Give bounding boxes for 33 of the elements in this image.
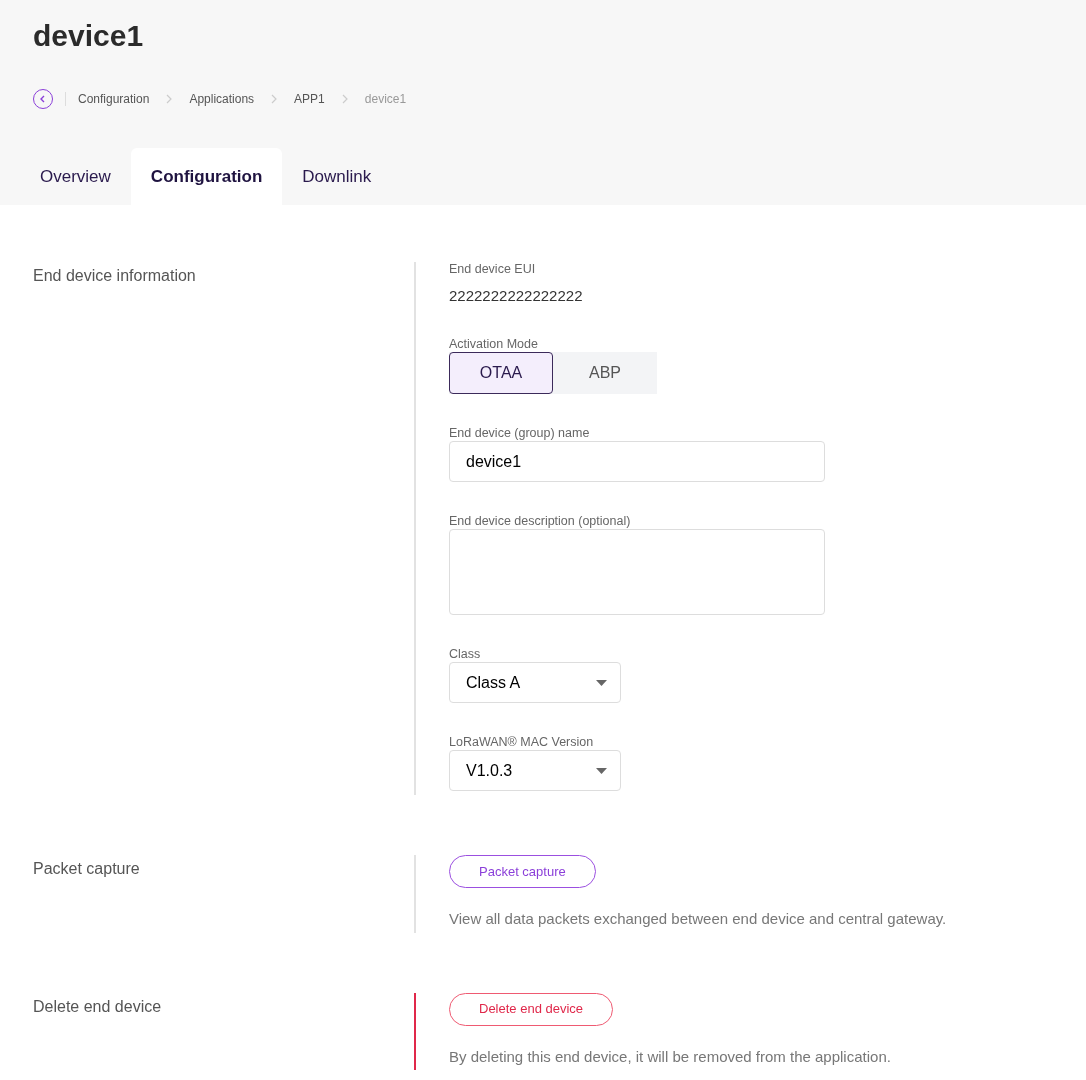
segment-option[interactable]: OTAA bbox=[449, 352, 554, 394]
caret-down-icon bbox=[596, 767, 607, 774]
text-input[interactable]: device1 bbox=[449, 441, 825, 482]
tab[interactable]: Configuration bbox=[130, 148, 283, 205]
caret-down-icon bbox=[596, 679, 607, 686]
field-label: LoRaWAN® MAC Version bbox=[449, 735, 595, 750]
section-title: End device information bbox=[33, 266, 197, 286]
section-title: Delete end device bbox=[33, 996, 163, 1017]
action-button[interactable]: Packet capture bbox=[449, 855, 596, 888]
tab[interactable]: Downlink bbox=[282, 148, 392, 205]
segment-option[interactable]: ABP bbox=[553, 352, 657, 394]
chevron-right-icon bbox=[270, 94, 279, 104]
page-title: device1 bbox=[33, 18, 145, 54]
section-title: Packet capture bbox=[33, 859, 141, 879]
field-label: Class bbox=[449, 647, 482, 662]
section-description: By deleting this end device, it will be removed from the application. bbox=[449, 1046, 891, 1067]
breadcrumb-link[interactable]: Applications bbox=[189, 90, 255, 108]
field-label: End device description (optional) bbox=[449, 514, 632, 529]
eui-value: 2222222222222222 bbox=[449, 287, 584, 305]
tab[interactable]: Overview bbox=[20, 148, 131, 205]
action-button[interactable]: Delete end device bbox=[449, 992, 614, 1026]
select-value: Class A bbox=[466, 672, 521, 693]
select-value: V1.0.3 bbox=[466, 760, 513, 781]
select-dropdown[interactable]: Class A bbox=[449, 662, 621, 703]
field-label: End device (group) name bbox=[449, 426, 591, 441]
breadcrumb-link[interactable]: APP1 bbox=[294, 90, 325, 108]
chevron-right-icon bbox=[165, 94, 174, 104]
breadcrumb-link[interactable]: Configuration bbox=[78, 90, 150, 108]
field-label: Activation Mode bbox=[449, 337, 539, 352]
chevron-right-icon bbox=[340, 94, 349, 104]
field-label: End device EUI bbox=[449, 262, 537, 277]
section-description: View all data packets exchanged between end device and central gateway. bbox=[449, 909, 947, 929]
select-dropdown[interactable]: V1.0.3 bbox=[449, 750, 621, 791]
